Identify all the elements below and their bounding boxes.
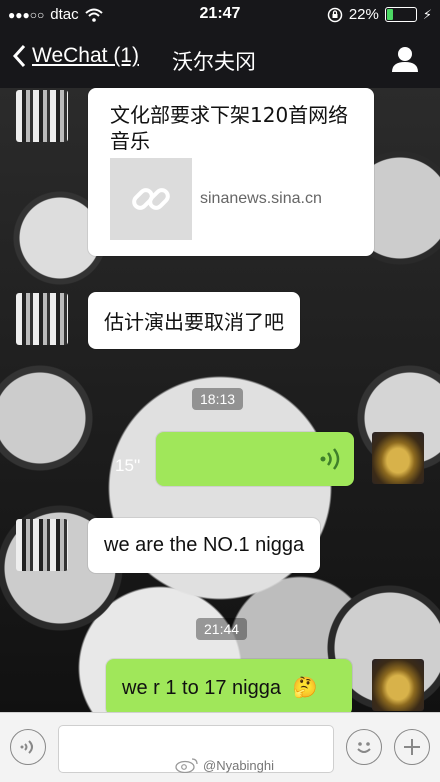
chat-title: 沃尔夫冈 — [172, 50, 256, 74]
nav-bar: WeChat (1) 沃尔夫冈 — [0, 30, 440, 88]
emoji-button[interactable] — [346, 729, 382, 765]
message-bubble[interactable]: we are the NO.1 nigga — [88, 518, 321, 573]
link-title: 文化部要求下架120首网络音乐 — [110, 103, 349, 153]
back-label: WeChat (1) — [32, 44, 139, 67]
message-bubble[interactable]: 估计演出要取消了吧 — [88, 292, 300, 349]
orientation-lock-icon — [327, 7, 343, 22]
contact-avatar[interactable] — [16, 90, 68, 142]
battery-percent: 22% — [348, 6, 379, 23]
watermark-text: @Nyabinghi — [203, 757, 275, 773]
message-text: we are the NO.1 nigga — [104, 534, 305, 556]
battery-fill — [386, 9, 393, 20]
watermark: @Nyabinghi — [175, 757, 274, 773]
link-card-bubble[interactable]: 文化部要求下架120首网络音乐 sinanews.sina.cn — [88, 88, 374, 256]
message-text: 估计演出要取消了吧 — [104, 310, 284, 334]
more-button[interactable] — [394, 729, 430, 765]
status-bar: ●●●○○ dtac 21:47 22% ⚡ — [0, 0, 440, 30]
timestamp: 18:13 — [192, 388, 244, 410]
smiley-icon — [357, 742, 371, 753]
voice-message-bubble[interactable] — [156, 432, 354, 486]
timestamp: 21:44 — [196, 618, 248, 640]
voice-input-button[interactable] — [10, 729, 46, 765]
link-icon — [132, 188, 170, 210]
my-avatar[interactable] — [372, 432, 424, 484]
battery-icon — [384, 7, 417, 22]
contact-avatar[interactable] — [16, 519, 68, 571]
voice-icon — [20, 740, 33, 754]
thinking-emoji: 🤔 — [292, 677, 318, 699]
chevron-left-icon — [12, 44, 26, 68]
link-domain: sinanews.sina.cn — [200, 190, 322, 207]
contact-avatar[interactable] — [16, 293, 68, 345]
message-text: we r 1 to 17 nigga — [122, 677, 281, 699]
charging-icon: ⚡ — [422, 6, 432, 22]
link-thumbnail — [110, 158, 192, 240]
weibo-logo-icon — [175, 758, 198, 773]
my-avatar[interactable] — [372, 659, 424, 711]
message-bubble[interactable]: we r 1 to 17 nigga 🤔 — [106, 659, 352, 716]
voice-wave-icon — [320, 448, 340, 470]
back-button[interactable]: WeChat (1) — [12, 44, 139, 68]
profile-icon[interactable] — [390, 45, 420, 73]
voice-duration: 15'' — [115, 456, 141, 475]
plus-icon — [404, 739, 420, 755]
